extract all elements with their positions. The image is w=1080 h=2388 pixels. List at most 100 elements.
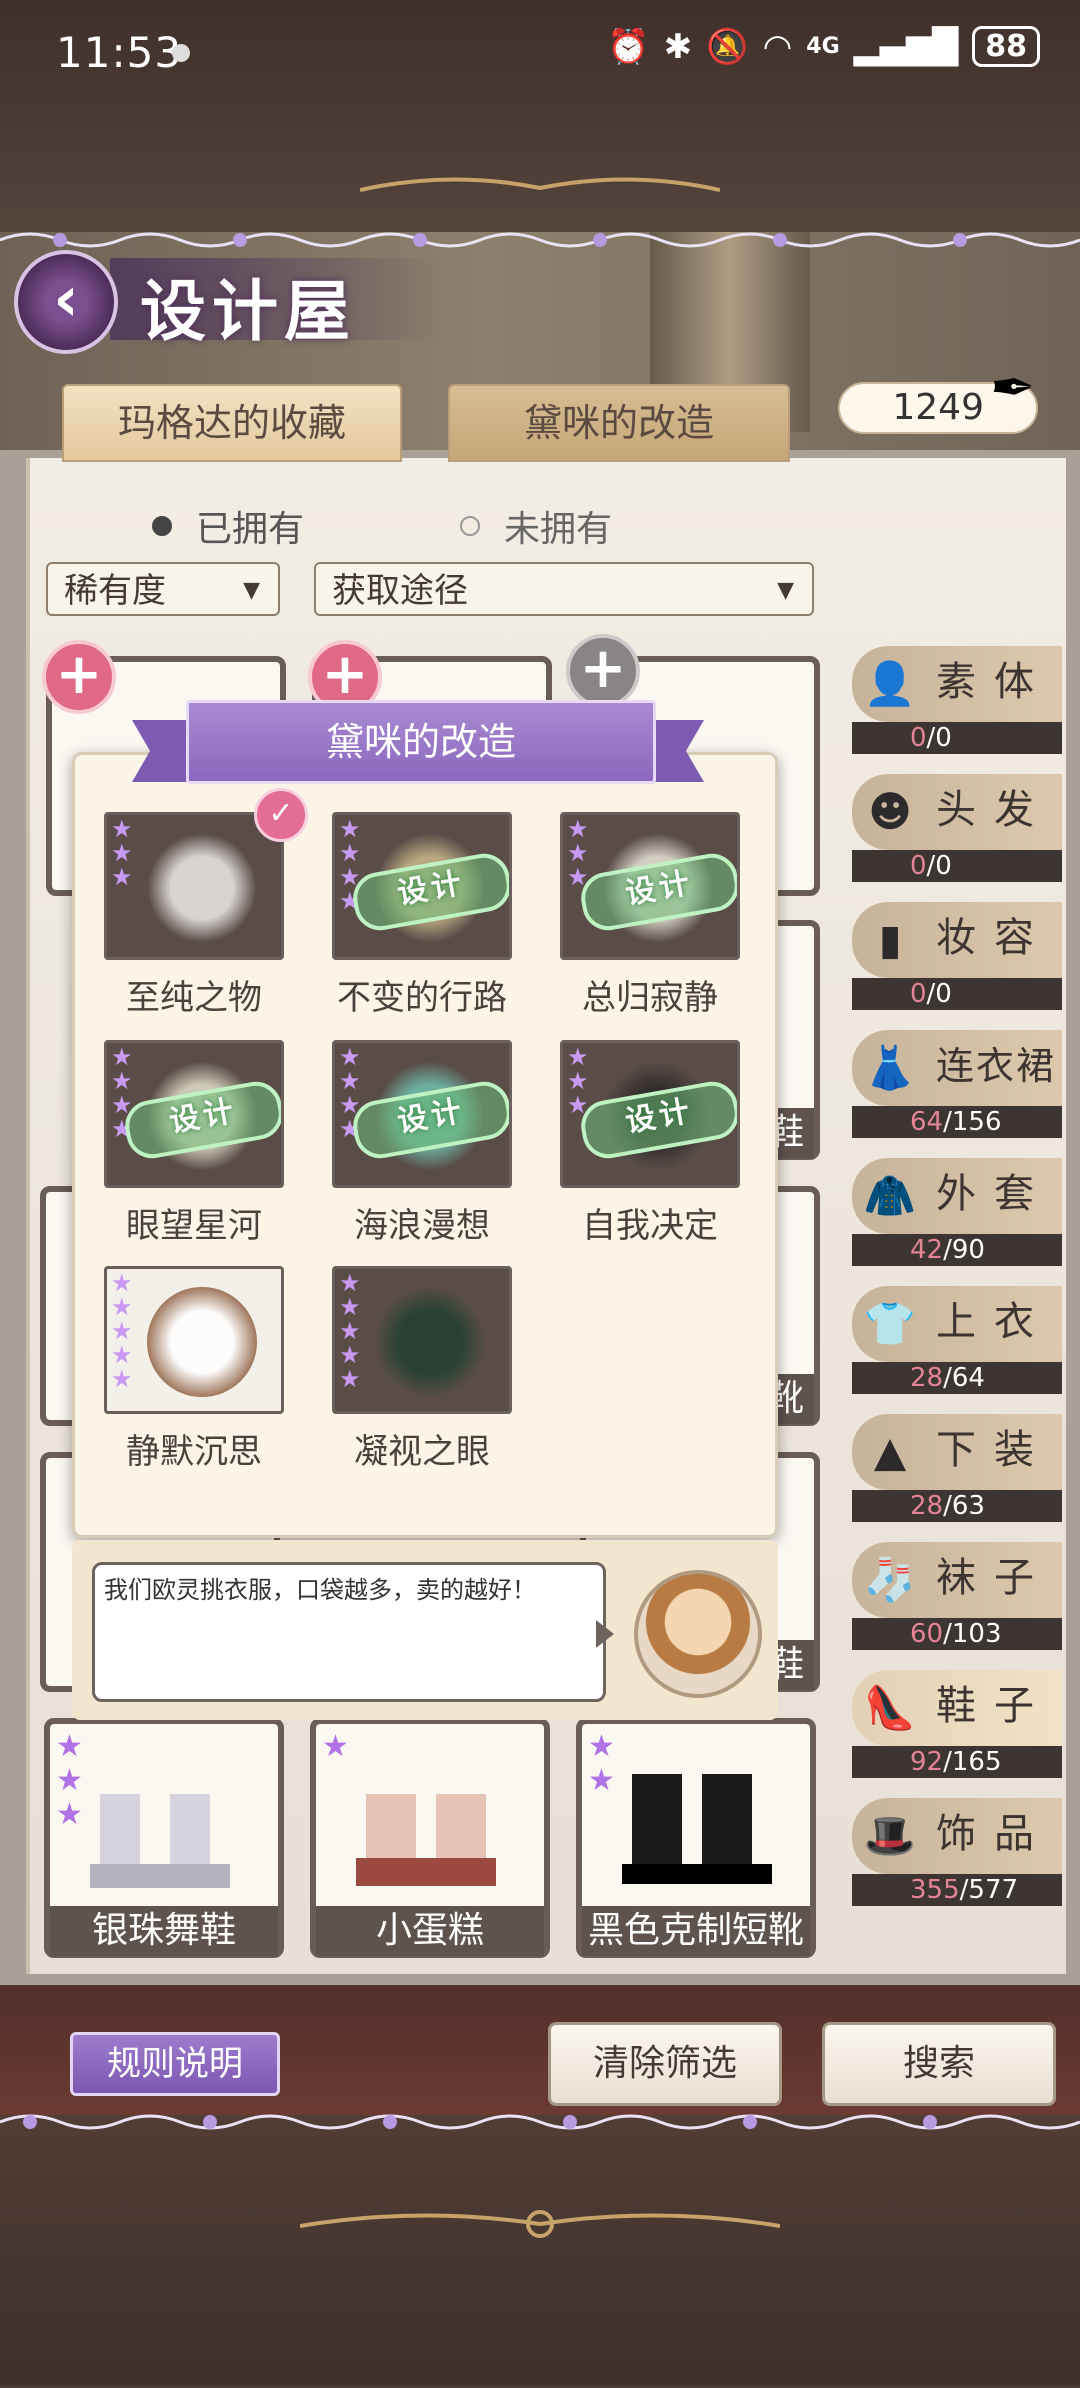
skirt-icon: ▲ <box>873 1427 907 1476</box>
category-makeup[interactable]: ▮ 妆容 0/0 <box>852 902 1062 1010</box>
design-stamp: 设计 <box>577 1077 737 1163</box>
shoe-icon: 👠 <box>863 1683 917 1732</box>
item-thumbnail: ★ ★ ★ ★ 设计 <box>104 1040 284 1188</box>
grid-card-silver-shoes[interactable]: ★ ★ ★ 银珠舞鞋 <box>44 1718 284 1958</box>
owned-count: 28 <box>910 1491 944 1521</box>
rarity-stars: ★ ★ <box>588 1729 615 1798</box>
boot-illustration <box>622 1774 772 1884</box>
category-coat[interactable]: 🧥 外套 42/90 <box>852 1158 1062 1266</box>
radio-not-owned[interactable]: 未拥有 <box>460 500 612 552</box>
network-label: 4G <box>806 34 840 59</box>
total-count: /156 <box>943 1107 1002 1137</box>
owned-count: 355 <box>910 1875 960 1905</box>
category-count: 92/165 <box>852 1746 1062 1778</box>
back-button[interactable]: ‹ <box>14 250 118 354</box>
socks-icon: 🧦 <box>863 1555 917 1604</box>
category-accessories[interactable]: 🎩 饰品 355/577 <box>852 1798 1062 1906</box>
item-label: 静默沉思 <box>126 1432 262 1472</box>
shoe-illustration <box>356 1794 496 1886</box>
flower-border-top <box>0 232 1080 248</box>
category-socks[interactable]: 🧦 袜子 60/103 <box>852 1542 1062 1650</box>
popup-item[interactable]: ★ ★ ★ 设计 总归寂静 <box>560 812 740 1019</box>
item-label: 总归寂静 <box>582 978 718 1018</box>
popup-item[interactable]: ★ ★ ★ ★ 设计 海浪漫想 <box>332 1040 512 1247</box>
alarm-icon: ⏰ <box>607 26 650 67</box>
rarity-stars: ★ ★ ★ <box>567 815 589 891</box>
total-count: /0 <box>926 851 952 881</box>
dropdown-arrow-icon: ▼ <box>243 578 260 603</box>
category-count: 0/0 <box>852 722 1062 754</box>
category-dress[interactable]: 👗 连衣裙 64/156 <box>852 1030 1062 1138</box>
owned-count: 42 <box>910 1235 944 1265</box>
design-stamp: 设计 <box>577 849 737 935</box>
category-count: 0/0 <box>852 978 1062 1010</box>
clear-filter-button[interactable]: 清除筛选 <box>548 2022 782 2106</box>
lipstick-icon: ▮ <box>878 915 902 964</box>
status-bar: 11:53 ⏰ ✱ 🔕 ◠ 4G ▂▄▆█ 88 <box>0 20 1080 90</box>
item-thumbnail: ★ ★ ★ <box>104 812 284 960</box>
rarity-stars: ★ ★ ★ <box>111 815 133 891</box>
category-label: 鞋子 <box>936 1683 1052 1729</box>
popup-item[interactable]: ★ ★ ★ 设计 自我决定 <box>560 1040 740 1247</box>
popup-item[interactable]: ★ ★ ★ ★ ★ 凝视之眼 <box>332 1266 512 1473</box>
owned-count: 92 <box>910 1747 944 1777</box>
outfit-illustration <box>375 1287 485 1397</box>
item-thumbnail: ★ ★ ★ 设计 <box>560 1040 740 1188</box>
total-count: /63 <box>943 1491 985 1521</box>
rarity-select[interactable]: 稀有度 ▼ <box>46 562 280 616</box>
category-label: 上衣 <box>936 1299 1052 1345</box>
category-bottoms[interactable]: ▲ 下装 28/63 <box>852 1414 1062 1522</box>
item-label: 不变的行路 <box>337 978 507 1018</box>
item-thumbnail: ★ ★ ★ 设计 <box>560 812 740 960</box>
category-label: 下装 <box>936 1427 1052 1473</box>
character-portrait <box>634 1570 762 1698</box>
source-select[interactable]: 获取途径 ▼ <box>314 562 814 616</box>
quill-icon[interactable]: ✒ <box>990 356 1035 419</box>
hair-icon: ☻ <box>868 787 912 836</box>
popup-item[interactable]: ★ ★ ★ 至纯之物 <box>104 812 284 1019</box>
category-label: 素体 <box>936 659 1052 705</box>
dress-icon: 👗 <box>863 1043 917 1092</box>
category-count: 0/0 <box>852 850 1062 882</box>
popup-item[interactable]: ★ ★ ★ ★ 设计 不变的行路 <box>332 812 512 1019</box>
total-count: /577 <box>959 1875 1019 1905</box>
item-label: 自我决定 <box>582 1206 718 1246</box>
radio-not-owned-label: 未拥有 <box>504 509 613 550</box>
popup-item[interactable]: ★ ★ ★ ★ 设计 眼望星河 <box>104 1040 284 1247</box>
tab-magda-collection[interactable]: 玛格达的收藏 <box>62 384 402 462</box>
outfit-illustration <box>147 1287 257 1397</box>
rules-button[interactable]: 规则说明 <box>70 2032 280 2096</box>
add-icon[interactable]: + <box>42 640 116 714</box>
item-label: 至纯之物 <box>126 978 262 1018</box>
total-count: /0 <box>926 979 952 1009</box>
owned-count: 0 <box>910 851 927 881</box>
add-disabled-icon: + <box>566 634 640 708</box>
category-label: 头发 <box>936 787 1052 833</box>
status-icons: ⏰ ✱ 🔕 ◠ 4G ▂▄▆█ 88 <box>607 26 1040 67</box>
tab-demi-remake[interactable]: 黛咪的改造 <box>448 384 790 462</box>
status-time: 11:53 <box>56 28 183 77</box>
rarity-stars: ★ ★ ★ ★ ★ <box>111 1269 133 1393</box>
category-body[interactable]: 👤 素体 0/0 <box>852 646 1062 754</box>
grid-card-black-boots[interactable]: ★ ★ 黑色克制短靴 <box>576 1718 816 1958</box>
category-shoes[interactable]: 👠 鞋子 92/165 <box>852 1670 1062 1778</box>
design-stamp: 设计 <box>349 1077 509 1163</box>
category-top[interactable]: 👕 上衣 28/64 <box>852 1286 1062 1394</box>
category-hair[interactable]: ☻ 头发 0/0 <box>852 774 1062 882</box>
card-label: 银珠舞鞋 <box>50 1906 278 1956</box>
chevron-left-icon: ‹ <box>53 262 79 335</box>
dialogue-text: 我们欧灵挑衣服，口袋越多，卖的越好！ <box>104 1576 536 1604</box>
grid-card-little-cake[interactable]: ★ 小蛋糕 <box>310 1718 550 1958</box>
category-count: 60/103 <box>852 1618 1062 1650</box>
speech-bubble-tail <box>596 1620 614 1648</box>
popup-item[interactable]: ★ ★ ★ ★ ★ 静默沉思 <box>104 1266 284 1473</box>
category-label: 妆容 <box>936 915 1052 961</box>
dropdown-arrow-icon: ▼ <box>777 578 794 603</box>
radio-owned[interactable]: 已拥有 <box>152 500 304 552</box>
rarity-stars: ★ ★ ★ ★ ★ <box>339 1269 361 1393</box>
total-count: /90 <box>943 1235 985 1265</box>
ornament-top <box>360 177 720 192</box>
popup-title: 黛咪的改造 <box>186 700 656 784</box>
search-button[interactable]: 搜索 <box>822 2022 1056 2106</box>
source-select-label: 获取途径 <box>332 571 468 611</box>
